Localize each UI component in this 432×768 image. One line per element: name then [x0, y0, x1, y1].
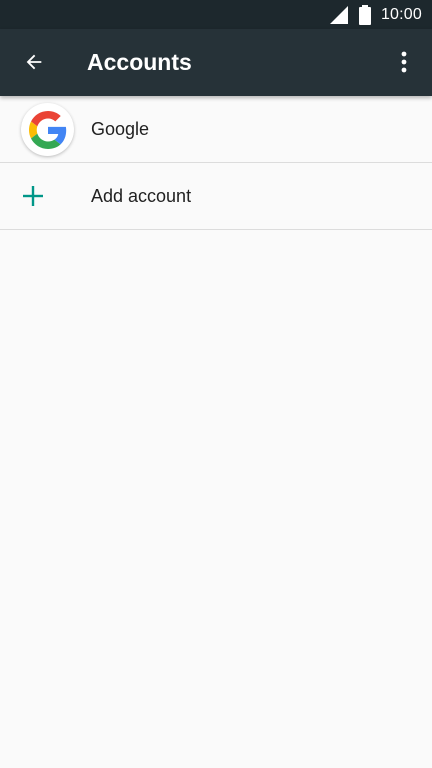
- account-item-google[interactable]: Google: [0, 96, 432, 163]
- more-vert-icon: [401, 51, 407, 73]
- account-item-label: Google: [91, 119, 150, 139]
- add-account-item[interactable]: Add account: [0, 163, 432, 230]
- google-logo-icon: [21, 103, 74, 156]
- overflow-menu-button[interactable]: [384, 42, 424, 82]
- accounts-screen: 10:00 Accounts Google Add account: [0, 0, 432, 768]
- status-bar: 10:00: [0, 0, 432, 29]
- add-account-label: Add account: [91, 186, 192, 206]
- plus-icon: [20, 183, 46, 209]
- page-title: Accounts: [87, 49, 192, 75]
- back-button[interactable]: [14, 42, 54, 82]
- arrow-back-icon: [23, 51, 45, 73]
- status-time: 10:00: [380, 5, 422, 23]
- accounts-list: Google Add account: [0, 96, 432, 230]
- battery-full-icon: [358, 4, 372, 25]
- cellular-signal-icon: [329, 5, 348, 24]
- app-toolbar: Accounts: [0, 29, 432, 96]
- google-avatar: [21, 103, 74, 156]
